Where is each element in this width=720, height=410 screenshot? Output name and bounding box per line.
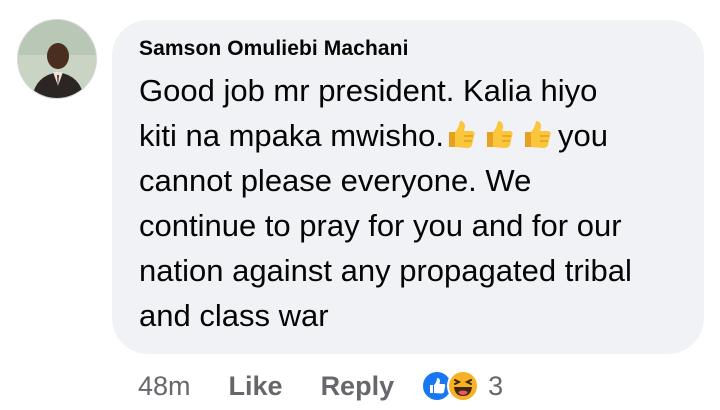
reaction-count[interactable]: 3 — [488, 371, 503, 402]
comment-text-line-1: Good job mr president. Kalia hiyo — [139, 73, 598, 108]
like-button[interactable]: Like — [229, 371, 283, 402]
comment-actions: 48m Like Reply 3 — [138, 366, 503, 406]
avatar[interactable] — [17, 19, 97, 99]
comment-author[interactable]: Samson Omuliebi Machani — [139, 36, 684, 62]
comment: Samson Omuliebi Machani Good job mr pres… — [0, 0, 720, 410]
comment-timestamp[interactable]: 48m — [138, 371, 191, 402]
comment-text-rest: cannot please everyone. We continue to p… — [139, 163, 632, 333]
profile-photo — [18, 20, 96, 98]
comment-text-line-2-end: you — [557, 118, 608, 153]
reaction-summary[interactable] — [420, 369, 480, 403]
haha-reaction-icon — [447, 370, 480, 402]
comment-text-line-2-start: kiti na mpaka mwisho. — [139, 118, 444, 153]
thumbs-up-icon — [524, 121, 551, 148]
thumbs-up-icon — [448, 121, 475, 148]
comment-text: Good job mr president. Kalia hiyo kiti n… — [139, 68, 684, 338]
thumbs-up-icon — [486, 121, 513, 148]
comment-bubble: Samson Omuliebi Machani Good job mr pres… — [112, 20, 704, 354]
reply-button[interactable]: Reply — [321, 371, 395, 402]
